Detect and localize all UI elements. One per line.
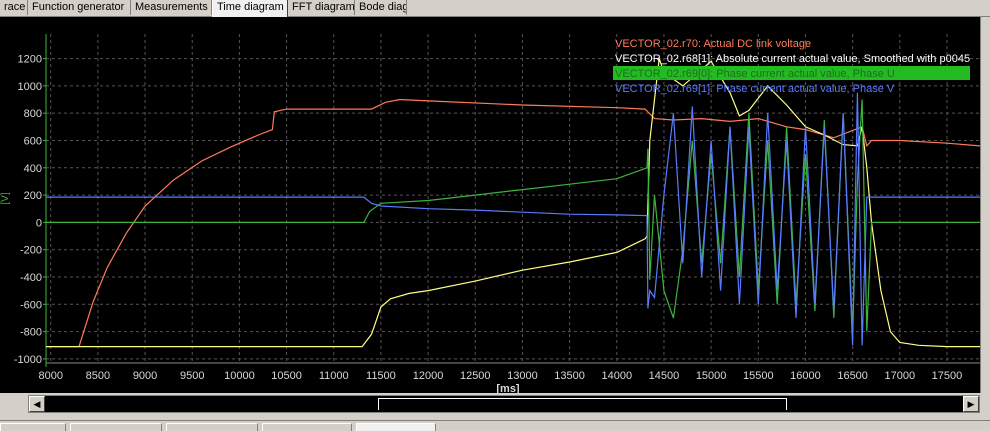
series-line-0 (46, 98, 980, 348)
right-panel-edge (980, 17, 990, 393)
x-tick-label: 16000 (790, 370, 821, 382)
x-tick-label: 15000 (696, 370, 727, 382)
tab-bode-diagram[interactable]: Bode diagram (355, 0, 407, 15)
y-tick-label: 0 (36, 217, 42, 229)
time-scrollbar[interactable]: ◀ ▶ (28, 395, 980, 413)
x-tick-label: 11500 (366, 370, 396, 382)
x-tick-label: 10000 (224, 370, 255, 382)
x-tick-label: 17500 (932, 370, 963, 382)
y-tick-label: -800 (20, 327, 42, 339)
y-axis-label: [V] (0, 192, 11, 204)
x-axis-label: [ms] (496, 383, 520, 393)
x-tick-label: 8000 (38, 370, 62, 382)
time-diagram-chart[interactable]: 1200 1000 800 600 400 200 0 -200 -400 -600 -800 -10… (0, 17, 980, 393)
x-tick-label: 15500 (743, 370, 774, 382)
y-tick-label: -1000 (14, 354, 42, 366)
tab-function-generator[interactable]: Function generator (28, 0, 131, 15)
x-tick-label: 10500 (271, 370, 302, 382)
y-tick-label: 1000 (18, 81, 42, 93)
y-tick-label: -200 (20, 245, 42, 257)
x-tick-label: 14000 (601, 370, 632, 382)
bottom-tab-strip (0, 420, 990, 431)
x-tick-label: 12500 (460, 370, 491, 382)
x-tick-label: 12000 (413, 370, 444, 382)
tab-time-diagram[interactable]: Time diagram (212, 0, 288, 17)
series-line-3 (46, 92, 980, 346)
legend-entry: VECTOR_02.r68[1]: Absolute current actua… (615, 53, 970, 65)
x-tick-label: 9500 (180, 370, 204, 382)
legend-entry: VECTOR_02.r69[1]: Phase current actual v… (615, 83, 895, 95)
y-tick-label: -600 (20, 299, 42, 311)
y-tick-label: 1200 (18, 54, 42, 66)
y-tick-label: 600 (24, 135, 42, 147)
diagram-tab-bar: race Function generator Measurements Tim… (0, 0, 990, 17)
y-tick-label: 400 (24, 163, 42, 175)
time-diagram-plot-area[interactable]: 1200 1000 800 600 400 200 0 -200 -400 -600 -800 -10… (0, 17, 990, 393)
series-line-2 (46, 99, 980, 332)
x-tick-label: 13500 (554, 370, 585, 382)
tab-fft-diagram[interactable]: FFT diagram (288, 0, 355, 15)
y-tick-label: -400 (20, 272, 42, 284)
tab-trace[interactable]: race (0, 0, 28, 15)
x-tick-label: 9000 (133, 370, 157, 382)
x-tick-label: 14500 (649, 370, 680, 382)
legend-entry: VECTOR_02.r70: Actual DC link voltage (615, 38, 811, 50)
legend-entry: VECTOR_02.r69[0]: Phase current actual v… (615, 68, 895, 80)
y-tick-label: 200 (24, 190, 42, 202)
series-line-1 (46, 58, 980, 348)
x-tick-label: 16500 (837, 370, 868, 382)
x-tick-label: 17000 (885, 370, 916, 382)
tab-measurements[interactable]: Measurements (131, 0, 212, 15)
scroll-thumb[interactable] (378, 398, 787, 410)
scroll-right-button[interactable]: ▶ (963, 396, 979, 412)
x-tick-label: 13000 (507, 370, 538, 382)
x-tick-label: 11000 (319, 370, 349, 382)
x-tick-label: 8500 (86, 370, 110, 382)
y-tick-label: 800 (24, 108, 42, 120)
scroll-left-button[interactable]: ◀ (29, 396, 45, 412)
